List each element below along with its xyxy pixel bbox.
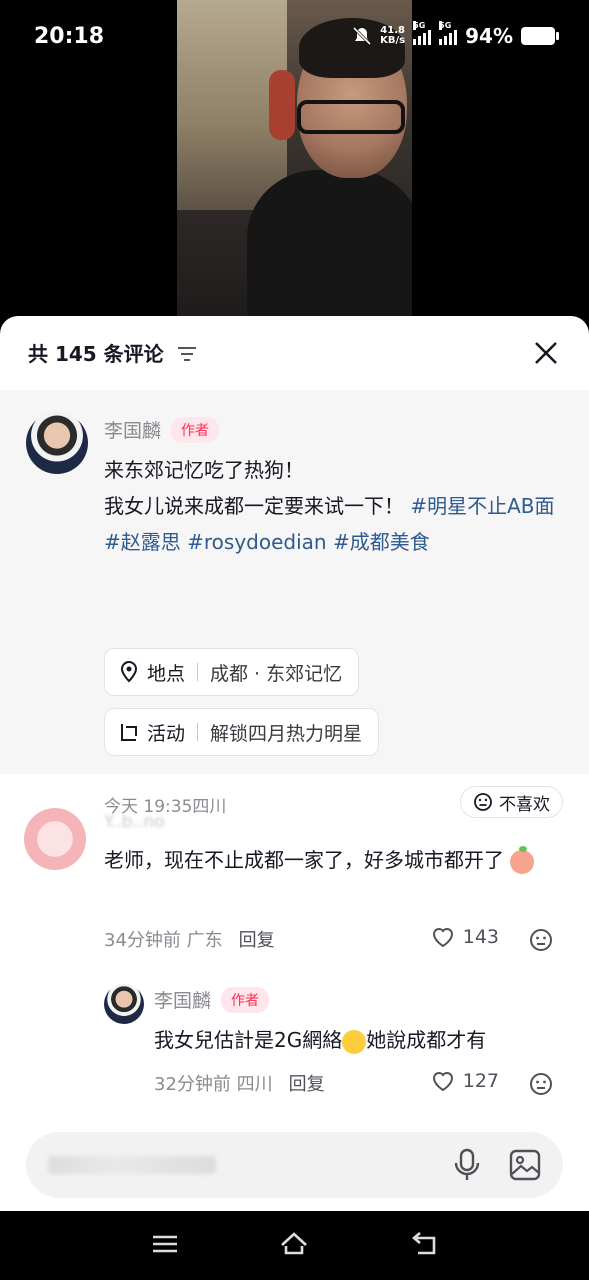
filter-icon[interactable] (176, 345, 198, 363)
chip-divider (197, 663, 199, 681)
video-person-body (247, 170, 412, 330)
peach-emoji-icon (510, 845, 535, 874)
comment-input[interactable] (26, 1132, 563, 1198)
status-bar: 20:18 41.8 KB/s 5G 5G 94% (0, 0, 589, 78)
comment-time-location: 34分钟前 广东 (104, 930, 223, 951)
location-pin-icon (120, 661, 138, 683)
comment-text: 老师，现在不止成都一家了，好多城市都开了 (104, 842, 564, 878)
network-speed: 41.8 KB/s (380, 26, 405, 46)
reply-author-name[interactable]: 李国麟 (154, 986, 211, 1013)
location-label: 地点 (147, 662, 186, 685)
reply-button[interactable]: 回复 (289, 1070, 325, 1096)
post-author-row: 李国麟 作者 (104, 416, 220, 443)
post-text-prefix: 我女儿说来成都一定要来试一下！ (104, 494, 404, 518)
activity-value: 解锁四月热力明星 (210, 722, 363, 745)
comment-item: Y..b..no 老师，现在不止成都一家了，好多城市都开了 34分钟前 广东 回… (0, 808, 589, 968)
reply-meta: 32分钟前 四川 回复 (154, 1070, 325, 1096)
sim2-tag: 5G (439, 21, 452, 30)
activity-icon (121, 724, 137, 741)
reply-time-location: 32分钟前 四川 (154, 1074, 273, 1095)
author-badge: 作者 (171, 416, 220, 443)
chip-divider (197, 723, 199, 741)
comment-text-content: 老师，现在不止成都一家了，好多城市都开了 (104, 848, 504, 872)
image-icon[interactable] (508, 1148, 542, 1182)
comment-count-title: 共 145 条评论 (28, 342, 164, 366)
commenter-avatar[interactable] (24, 808, 86, 870)
like-button[interactable]: 127 (431, 1070, 499, 1092)
activity-chip[interactable]: 活动 解锁四月热力明星 (104, 708, 380, 756)
mic-icon[interactable] (452, 1148, 482, 1182)
dislike-face-icon[interactable] (529, 1072, 553, 1096)
author-avatar[interactable] (26, 412, 88, 474)
hashtag-link[interactable]: #赵露思 (104, 530, 181, 554)
system-nav-bar (0, 1211, 589, 1280)
reply-item: 李国麟 作者 我女兒估計是2G網絡 她說成都才有 32分钟前 四川 回复 127 (0, 984, 589, 1114)
location-value: 成都 · 东郊记忆 (210, 662, 343, 685)
like-count: 143 (462, 926, 499, 948)
home-icon[interactable] (279, 1229, 309, 1259)
post-text-line1: 来东郊记忆吃了热狗！ (104, 458, 304, 482)
commenter-name[interactable]: Y..b..no (104, 812, 165, 832)
heart-icon (432, 1072, 453, 1092)
post-author-name[interactable]: 李国麟 (104, 416, 161, 443)
author-badge: 作者 (221, 986, 270, 1013)
battery-percent: 94% (465, 24, 513, 48)
like-count: 127 (462, 1070, 499, 1092)
comment-sheet: 共 145 条评论 李国麟 作者 来东郊记忆吃了热狗！ 我女儿说来成都一定要来试… (0, 316, 589, 1211)
sheet-header: 共 145 条评论 (0, 316, 589, 390)
laughing-emoji-icon (342, 1029, 367, 1054)
signal-sim2-icon: 5G (439, 21, 458, 45)
network-speed-unit: KB/s (380, 35, 406, 46)
reply-text-a: 我女兒估計是2G網絡 (154, 1028, 343, 1052)
heart-icon (432, 928, 453, 948)
battery-icon (521, 27, 559, 45)
dislike-face-icon[interactable] (529, 928, 553, 952)
reply-text: 我女兒估計是2G網絡 她說成都才有 (154, 1022, 564, 1058)
signal-sim1-icon: 5G (413, 21, 432, 45)
menu-icon[interactable] (150, 1229, 180, 1259)
hashtag-link[interactable]: #成都美食 (333, 530, 430, 554)
post-text-line2: 我女儿说来成都一定要来试一下！ #明星不止AB面 #赵露思 #rosydoedi… (104, 488, 564, 560)
video-sign (269, 70, 295, 140)
post-text: 来东郊记忆吃了热狗！ 我女儿说来成都一定要来试一下！ #明星不止AB面 #赵露思… (104, 452, 564, 560)
status-time: 20:18 (34, 24, 105, 49)
hashtag-link[interactable]: #明星不止AB面 (410, 494, 554, 518)
like-button[interactable]: 143 (431, 926, 499, 948)
comment-meta: 34分钟前 广东 回复 (104, 926, 275, 952)
reply-text-b: 她說成都才有 (366, 1028, 487, 1052)
activity-label: 活动 (147, 722, 186, 745)
input-placeholder-blurred (48, 1156, 216, 1174)
close-icon[interactable] (533, 340, 559, 366)
reply-author-avatar[interactable] (104, 984, 144, 1024)
sim1-tag: 5G (413, 21, 426, 30)
hashtag-link[interactable]: #rosydoedian (187, 530, 326, 554)
location-chip[interactable]: 地点 成都 · 东郊记忆 (104, 648, 360, 696)
status-icons: 41.8 KB/s 5G 5G 94% (352, 21, 559, 48)
back-icon[interactable] (410, 1229, 440, 1259)
reply-author-row: 李国麟 作者 (154, 986, 270, 1013)
mute-bell-icon (353, 26, 372, 46)
video-person-glasses (297, 100, 405, 134)
reply-button[interactable]: 回复 (239, 926, 275, 952)
post-caption: 李国麟 作者 来东郊记忆吃了热狗！ 我女儿说来成都一定要来试一下！ #明星不止A… (0, 390, 589, 818)
